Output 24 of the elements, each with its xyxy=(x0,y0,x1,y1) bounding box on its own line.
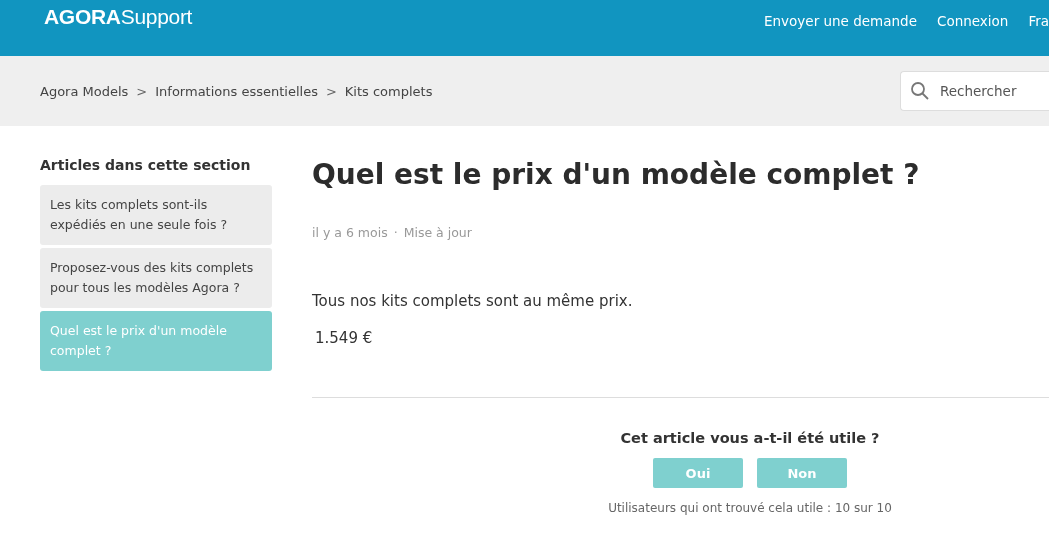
breadcrumb-link[interactable]: Kits complets xyxy=(344,83,433,99)
article-title: Quel est le prix d'un modèle complet ? xyxy=(312,157,921,193)
feedback-summary: Utilisateurs qui ont trouvé cela utile : 10 sur 10 xyxy=(608,501,892,515)
breadcrumb-link[interactable]: Agora Models xyxy=(40,83,129,99)
nav-link[interactable]: Connexion xyxy=(936,13,1009,29)
vote-button[interactable]: Oui xyxy=(653,458,743,488)
article-link[interactable]: Proposez-vous des kits complets pour tous les modèles Agora ? xyxy=(40,248,272,308)
nav-link[interactable]: Envoyer une demande xyxy=(764,13,917,29)
section-heading: Articles dans cette section xyxy=(40,157,252,173)
article-status: Mise à jour xyxy=(403,225,472,240)
article-link[interactable]: Les kits complets sont-ils expédiés en une seule fois ? xyxy=(40,185,272,245)
breadcrumb-separator: > xyxy=(136,83,148,99)
nav-link[interactable]: Fra xyxy=(1028,13,1049,29)
search-field[interactable]: Rechercher xyxy=(900,71,1049,111)
article-paragraph: 1.549 € xyxy=(314,329,374,347)
vote-button[interactable]: Non xyxy=(757,458,847,488)
feedback-question: Cet article vous a-t-il été utile ? xyxy=(620,430,880,446)
meta-separator: · xyxy=(393,225,398,240)
article-paragraph: Tous nos kits complets sont au même prix. xyxy=(312,292,634,310)
article-date: il y a 6 mois xyxy=(312,225,388,240)
breadcrumb-separator: > xyxy=(325,83,337,99)
breadcrumb-link[interactable]: Informations essentielles xyxy=(155,83,318,99)
article-link[interactable]: Quel est le prix d'un modèle complet ? xyxy=(40,311,272,371)
logo[interactable]: AGORASupport xyxy=(44,5,193,29)
